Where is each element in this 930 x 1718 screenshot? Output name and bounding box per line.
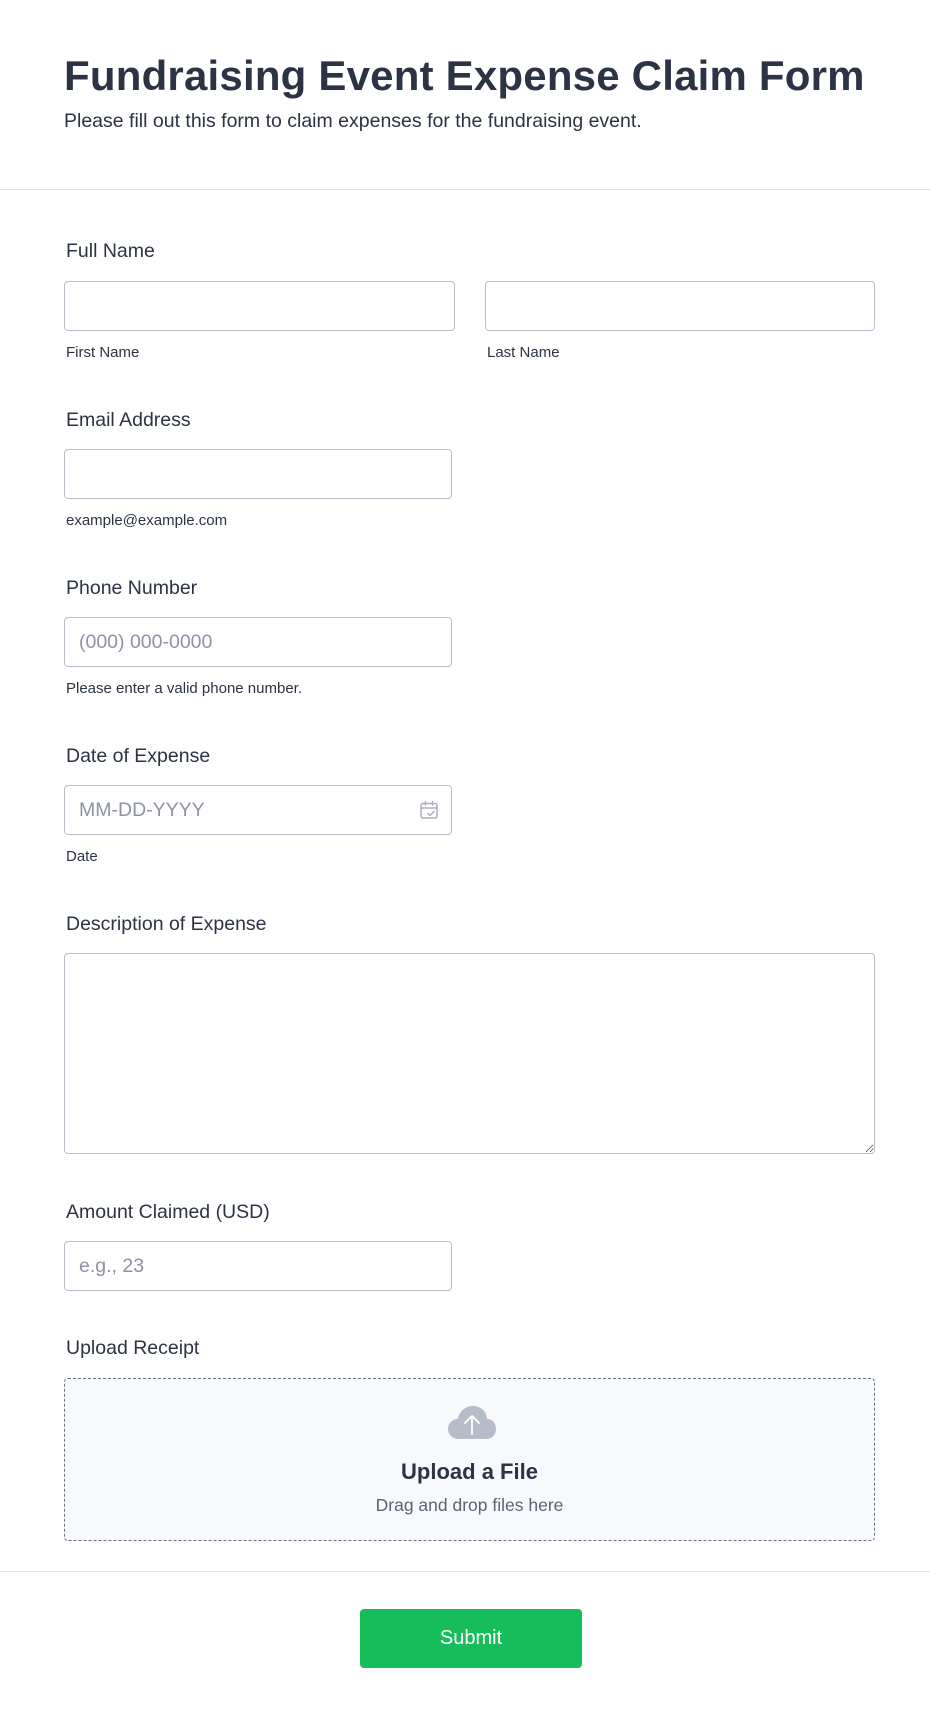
file-upload-dropzone[interactable]: Upload a File Drag and drop files here <box>64 1378 875 1541</box>
first-name-input[interactable] <box>64 281 455 331</box>
amount-label: Amount Claimed (USD) <box>66 1201 270 1223</box>
phone-field[interactable] <box>64 617 452 667</box>
phone-label: Phone Number <box>66 577 198 599</box>
email-label: Email Address <box>66 409 191 431</box>
page-subtitle: Please fill out this form to claim expen… <box>64 110 642 132</box>
upload-title: Upload a File <box>401 1459 538 1484</box>
cloud-upload-icon <box>447 1405 497 1441</box>
last-name-input[interactable] <box>485 281 875 331</box>
submit-button[interactable]: Submit <box>360 1609 582 1668</box>
upload-subtitle: Drag and drop files here <box>375 1495 564 1515</box>
first-name-sublabel: First Name <box>66 344 140 361</box>
footer-divider <box>0 1571 930 1572</box>
last-name-sublabel: Last Name <box>487 344 560 361</box>
form-header: Fundraising Event Expense Claim Form Ple… <box>0 0 930 190</box>
date-sublabel: Date <box>66 848 98 865</box>
description-label: Description of Expense <box>66 913 267 935</box>
calendar-icon[interactable] <box>419 800 439 820</box>
phone-sublabel: Please enter a valid phone number. <box>66 680 302 697</box>
amount-field[interactable] <box>64 1241 452 1291</box>
page-title: Fundraising Event Expense Claim Form <box>64 52 865 99</box>
description-textarea[interactable] <box>64 953 875 1154</box>
email-field[interactable] <box>64 449 452 499</box>
date-label: Date of Expense <box>66 745 211 767</box>
date-field[interactable] <box>64 785 452 835</box>
full-name-label: Full Name <box>66 240 155 262</box>
email-sublabel: example@example.com <box>66 512 228 529</box>
upload-label: Upload Receipt <box>66 1337 200 1359</box>
